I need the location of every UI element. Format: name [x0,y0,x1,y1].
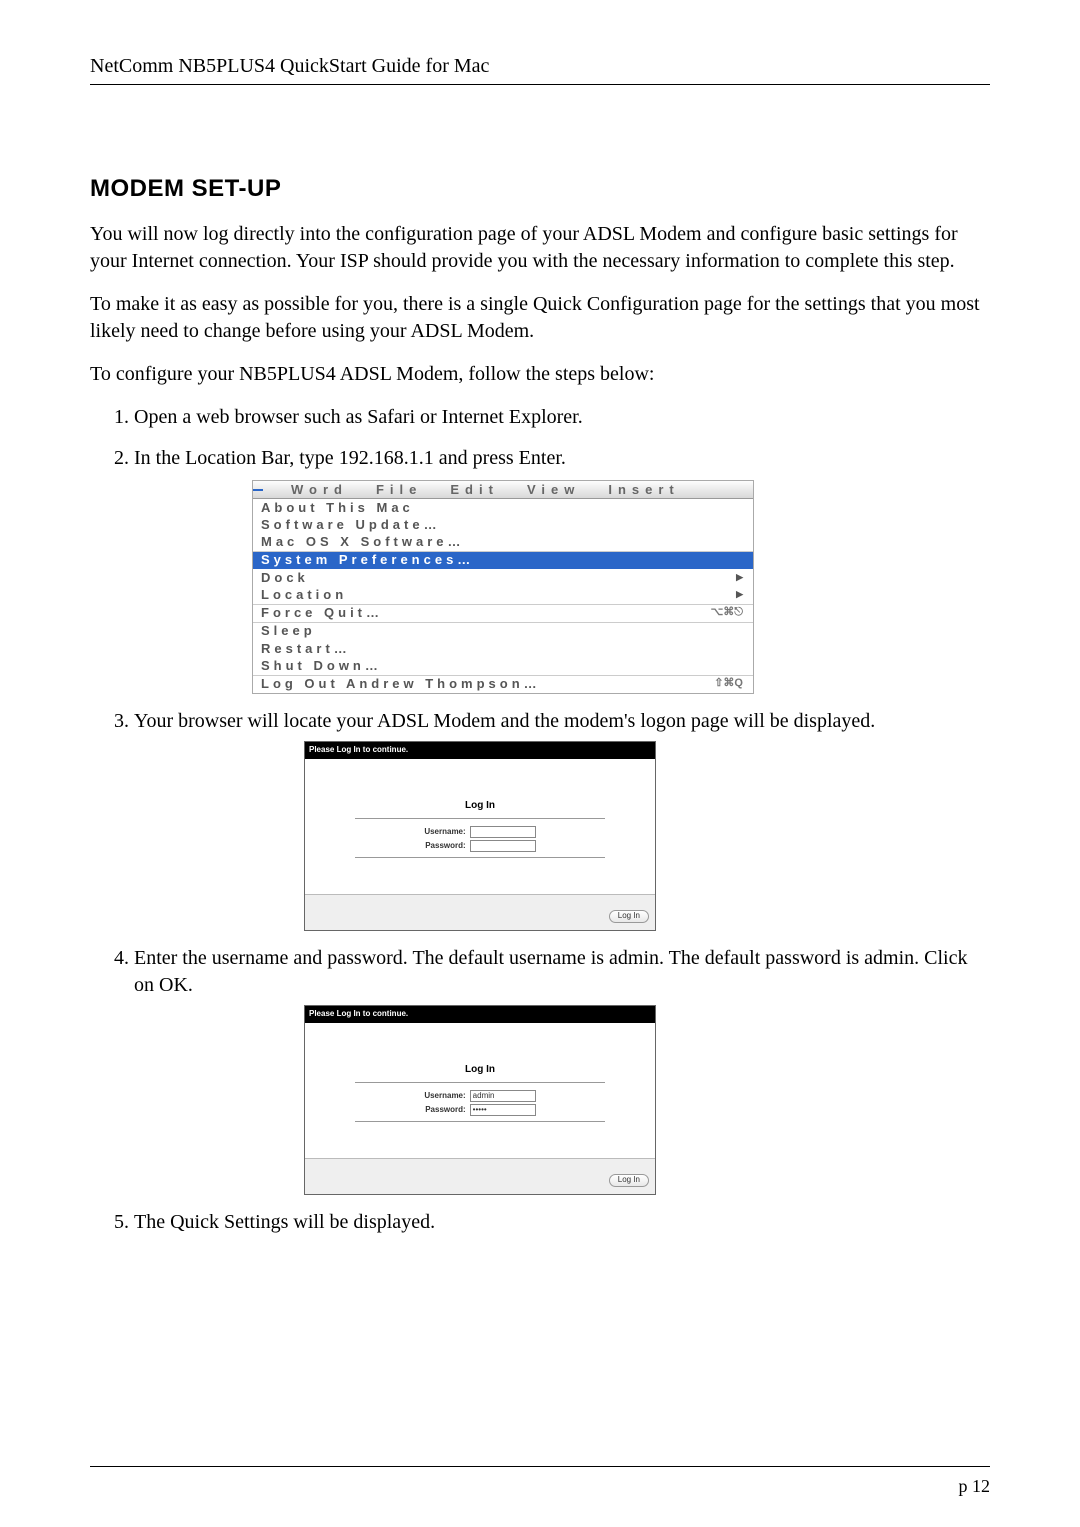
step-4-text: Enter the username and password. The def… [134,947,968,996]
step-3: Your browser will locate your ADSL Modem… [134,708,990,931]
step-1: Open a web browser such as Safari or Int… [134,404,990,431]
login-titlebar: Please Log In to continue. [305,1006,655,1023]
password-input[interactable]: ••••• [470,1104,536,1116]
menu-system-preferences[interactable]: System Preferences… [253,552,753,569]
shortcut-logout: ⇧⌘Q [714,677,743,691]
login-heading: Log In [355,1063,605,1077]
intro-para-1: You will now log directly into the confi… [90,221,990,275]
username-input[interactable]: admin [470,1090,536,1102]
menu-file[interactable]: File [376,483,422,496]
login-button[interactable]: Log In [609,1174,649,1187]
username-input[interactable] [470,826,536,838]
login-figure-empty: Please Log In to continue. Log In Userna… [304,741,656,931]
submenu-arrow-icon: ▶ [736,572,743,583]
footer-rule [90,1466,990,1467]
login-rule [355,818,605,819]
login-titlebar: Please Log In to continue. [305,742,655,759]
menu-word[interactable]: Word [291,483,348,496]
menu-sleep[interactable]: Sleep [253,623,753,640]
step-2: In the Location Bar, type 192.168.1.1 an… [134,445,990,694]
menu-software-update[interactable]: Software Update… [253,516,753,533]
login-rule [355,857,605,858]
menu-logout[interactable]: Log Out Andrew Thompson…⇧⌘Q [253,676,753,693]
apple-icon[interactable] [253,489,263,491]
shortcut-force-quit: ⌥⌘⎋ [711,606,743,620]
menu-about-this-mac[interactable]: About This Mac [253,499,753,516]
apple-menu-figure: Word File Edit View Insert About This Ma… [252,480,754,694]
menu-edit[interactable]: Edit [450,483,499,496]
login-button[interactable]: Log In [609,910,649,923]
login-rule [355,1082,605,1083]
page-number: p 12 [959,1476,991,1497]
menu-dock[interactable]: Dock▶ [253,569,753,586]
step-2-text: In the Location Bar, type 192.168.1.1 an… [134,447,566,469]
section-title: MODEM SET-UP [90,175,990,203]
login-footer: Log In [305,1158,655,1194]
menu-force-quit[interactable]: Force Quit…⌥⌘⎋ [253,605,753,622]
header-rule [90,84,990,85]
apple-menu-dropdown: About This Mac Software Update… Mac OS X… [253,499,753,693]
password-label: Password: [424,839,469,853]
steps-list: Open a web browser such as Safari or Int… [90,404,990,1236]
menu-shut-down[interactable]: Shut Down… [253,657,753,674]
step-4: Enter the username and password. The def… [134,945,990,1195]
submenu-arrow-icon: ▶ [736,589,743,600]
username-label: Username: [424,1089,469,1103]
password-label: Password: [424,1103,469,1117]
login-footer: Log In [305,894,655,930]
running-header: NetComm NB5PLUS4 QuickStart Guide for Ma… [90,55,990,78]
menu-insert[interactable]: Insert [608,483,679,496]
login-heading: Log In [355,799,605,813]
menu-macosx-software[interactable]: Mac OS X Software… [253,534,753,551]
login-rule [355,1121,605,1122]
menu-location[interactable]: Location▶ [253,586,753,603]
step-3-text: Your browser will locate your ADSL Modem… [134,710,875,732]
menu-restart[interactable]: Restart… [253,640,753,657]
intro-para-3: To configure your NB5PLUS4 ADSL Modem, f… [90,361,990,388]
menu-view[interactable]: View [527,483,580,496]
password-input[interactable] [470,840,536,852]
login-figure-filled: Please Log In to continue. Log In Userna… [304,1005,656,1195]
step-5: The Quick Settings will be displayed. [134,1209,990,1236]
intro-para-2: To make it as easy as possible for you, … [90,291,990,345]
mac-menubar: Word File Edit View Insert [253,481,753,499]
username-label: Username: [424,825,469,839]
